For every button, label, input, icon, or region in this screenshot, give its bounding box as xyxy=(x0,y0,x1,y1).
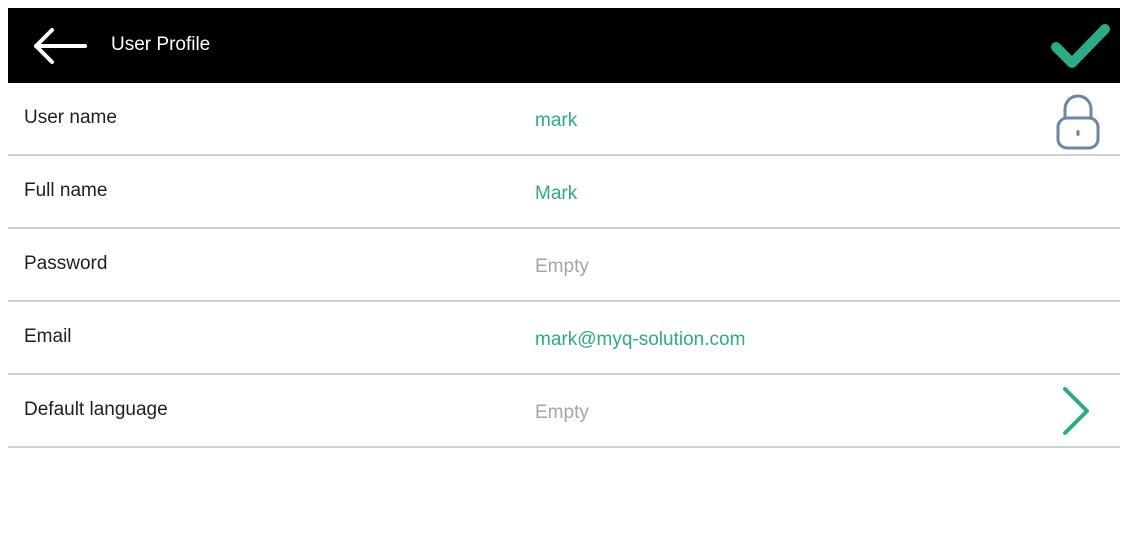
field-label: Email xyxy=(24,326,72,347)
field-value: Empty xyxy=(535,256,589,277)
user-profile-screen: User Profile User name mark Full name Ma… xyxy=(0,0,1123,557)
field-label: User name xyxy=(24,107,117,128)
field-value: mark xyxy=(535,110,578,131)
field-row-user-name[interactable]: User name mark xyxy=(8,83,1120,156)
chevron-right-icon xyxy=(1052,379,1100,443)
arrow-left-icon xyxy=(34,28,87,64)
field-label: Full name xyxy=(24,180,108,201)
field-label: Default language xyxy=(24,399,168,420)
page-title: User Profile xyxy=(111,34,211,55)
field-value: Mark xyxy=(535,183,578,204)
field-row-password[interactable]: Password Empty xyxy=(8,229,1120,302)
field-label: Password xyxy=(24,253,108,274)
field-row-email[interactable]: Email mark@myq-solution.com xyxy=(8,302,1120,375)
profile-field-list: User name mark Full name Mark Password E… xyxy=(8,83,1120,448)
field-value: mark@myq-solution.com xyxy=(535,329,746,350)
back-button[interactable] xyxy=(26,20,92,72)
field-row-default-language[interactable]: Default language Empty xyxy=(8,375,1120,448)
checkmark-icon xyxy=(1051,24,1110,68)
confirm-button[interactable] xyxy=(1048,20,1112,74)
field-row-full-name[interactable]: Full name Mark xyxy=(8,156,1120,229)
header-bar: User Profile xyxy=(8,8,1120,83)
lock-icon xyxy=(1054,89,1102,153)
field-value: Empty xyxy=(535,402,589,423)
